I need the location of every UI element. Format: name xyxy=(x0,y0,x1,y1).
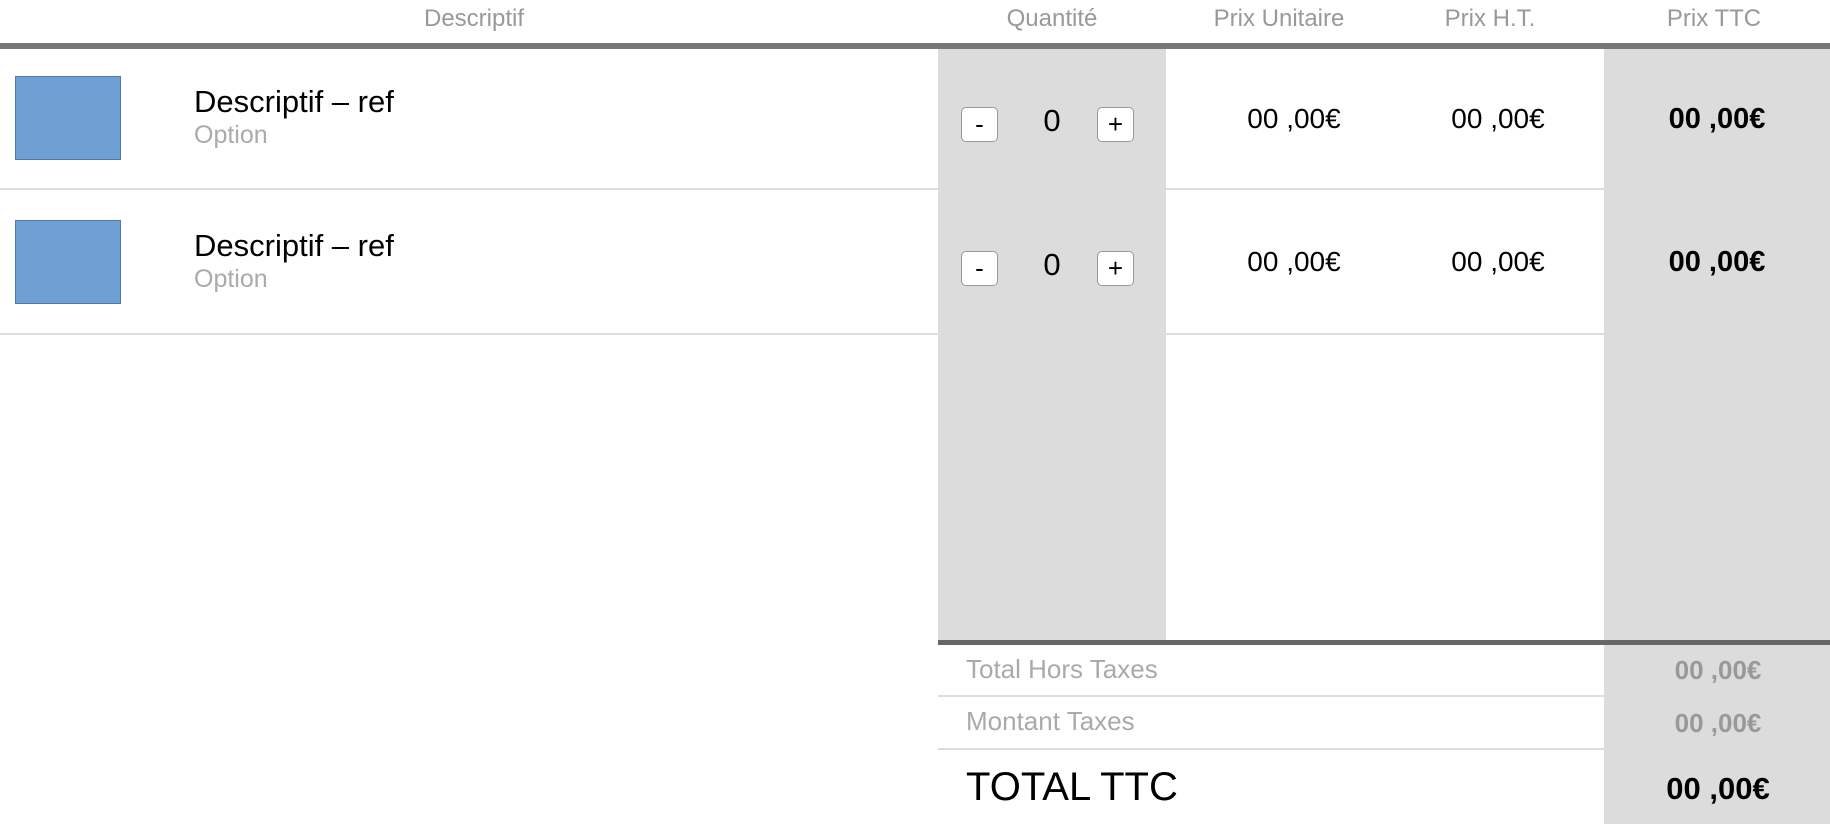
unit-price: 00 ,00€ xyxy=(1247,246,1341,277)
product-option: Option xyxy=(194,121,268,149)
price-ttc: 00 ,00€ xyxy=(1668,246,1766,278)
table-header: Descriptif Quantité Prix Unitaire Prix H… xyxy=(0,0,1830,44)
taxes-value: 00 ,00€ xyxy=(1674,708,1762,738)
table-row: Descriptif – ref Option - 0 + 00 ,00€ 00… xyxy=(0,49,1830,193)
total-ttc-value: 00 ,00€ xyxy=(1666,771,1770,806)
quantity-decrease-button[interactable]: - xyxy=(961,251,998,286)
summary-row-divider xyxy=(938,748,1830,750)
product-thumbnail xyxy=(15,76,121,160)
total-ht-value: 00 ,00€ xyxy=(1674,655,1762,685)
product-thumbnail xyxy=(15,220,121,304)
header-quantite: Quantité xyxy=(1006,5,1098,32)
unit-price: 00 ,00€ xyxy=(1247,103,1341,134)
product-title: Descriptif – ref xyxy=(194,228,394,263)
total-ttc-label: TOTAL TTC xyxy=(966,765,1178,809)
header-prix-unitaire: Prix Unitaire xyxy=(1213,5,1345,32)
table-row: Descriptif – ref Option - 0 + 00 ,00€ 00… xyxy=(0,190,1830,334)
quantity-increase-button[interactable]: + xyxy=(1097,251,1134,286)
cart-page: Descriptif Quantité Prix Unitaire Prix H… xyxy=(0,0,1830,824)
price-ht: 00 ,00€ xyxy=(1451,246,1545,277)
header-descriptif: Descriptif xyxy=(423,5,525,32)
row-divider xyxy=(0,333,938,335)
quantity-value: 0 xyxy=(1043,247,1061,282)
price-ht: 00 ,00€ xyxy=(1451,103,1545,134)
header-prix-ttc: Prix TTC xyxy=(1666,5,1762,32)
price-ttc: 00 ,00€ xyxy=(1668,103,1766,135)
product-title: Descriptif – ref xyxy=(194,84,394,119)
summary-divider xyxy=(938,640,1830,645)
total-ht-label: Total Hors Taxes xyxy=(966,654,1158,684)
row-divider xyxy=(1166,333,1604,335)
quantity-increase-button[interactable]: + xyxy=(1097,107,1134,142)
taxes-label: Montant Taxes xyxy=(966,706,1135,736)
quantity-value: 0 xyxy=(1043,103,1061,138)
product-option: Option xyxy=(194,265,268,293)
header-prix-ht: Prix H.T. xyxy=(1444,5,1536,32)
summary-row-divider xyxy=(938,695,1830,697)
quantity-decrease-button[interactable]: - xyxy=(961,107,998,142)
